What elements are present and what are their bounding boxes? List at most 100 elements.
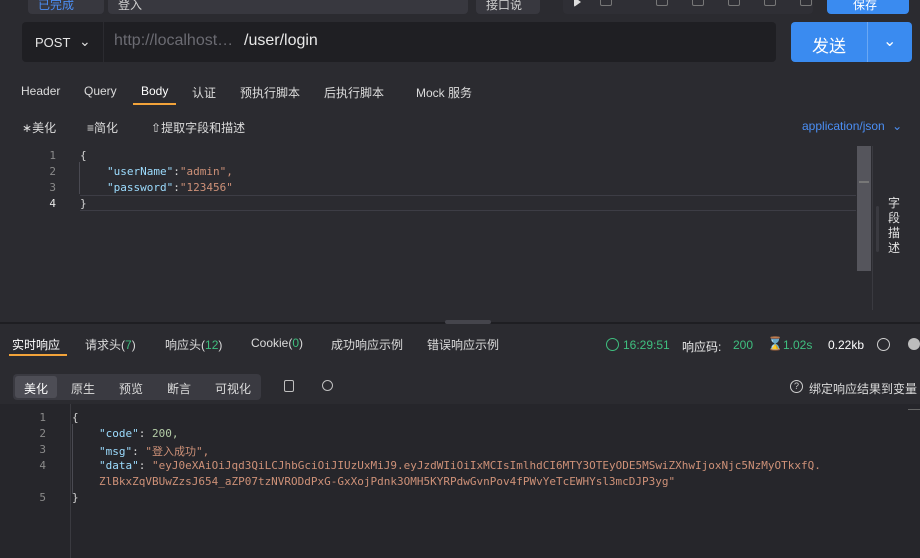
run-icon[interactable] <box>574 0 581 7</box>
line-number: 5 <box>39 491 46 504</box>
api-doc-label: 接口说明 <box>486 0 523 12</box>
save-label: 保存 <box>853 0 878 12</box>
view-beautify[interactable]: 美化 <box>24 380 48 397</box>
tab-mock[interactable]: Mock 服务 <box>416 84 472 101</box>
chevron-down-icon[interactable]: ⌄ <box>883 31 896 51</box>
field-description-label[interactable]: 字段描述 <box>886 196 902 256</box>
indent-guide <box>72 424 73 494</box>
count-badge: 12 <box>205 338 219 352</box>
code-line: } <box>80 197 87 210</box>
active-tab-indicator <box>133 103 176 105</box>
export-icon[interactable] <box>764 0 776 6</box>
code-line: { <box>72 411 79 424</box>
line-number: 1 <box>39 411 46 424</box>
globe-icon[interactable] <box>877 338 890 351</box>
simplify-button[interactable]: ≡简化 <box>87 119 118 136</box>
bind-to-variable-button[interactable]: 绑定响应结果到变量 <box>809 380 917 397</box>
view-visualize[interactable]: 可视化 <box>215 380 251 397</box>
tab-request-headers[interactable]: 请求头(7) <box>85 336 136 353</box>
code-line-wrap: ZlBkxZqVBUwZzsJ654_aZP07tzNVRODdPxG-GxXo… <box>99 475 676 488</box>
tab-realtime-response[interactable]: 实时响应 <box>12 336 60 353</box>
current-line-highlight <box>80 195 856 211</box>
scrollbar-track <box>908 409 920 410</box>
send-divider <box>867 22 868 62</box>
json-key: "data" <box>99 459 139 472</box>
line-number: 4 <box>39 459 46 472</box>
api-name-input[interactable]: 登入 <box>108 0 468 14</box>
tab-label: Cookie <box>251 336 289 350</box>
copy-request-icon[interactable] <box>600 0 612 6</box>
content-type-select[interactable]: application/json ⌄ <box>802 119 902 133</box>
tab-label: 响应头 <box>165 338 202 352</box>
count-badge: 0 <box>292 336 300 350</box>
panel-resize-handle[interactable] <box>876 206 879 252</box>
status-select[interactable]: 已完成 <box>28 0 104 14</box>
json-key: "msg" <box>99 445 133 458</box>
line-number: 2 <box>49 165 56 178</box>
search-icon[interactable] <box>322 380 333 391</box>
delete-icon[interactable] <box>800 0 812 6</box>
code-line: "data": "eyJ0eXAiOiJqd3QiLCJhbGciOiJIUzU… <box>99 459 821 472</box>
tab-post-script[interactable]: 后执行脚本 <box>324 84 384 101</box>
url-path-input[interactable]: /user/login <box>244 32 318 50</box>
wand-icon: ∗ <box>22 121 33 135</box>
method-select[interactable]: POST ⌄ <box>22 22 104 62</box>
json-value: "登入成功", <box>145 445 210 458</box>
code-line: "userName":"admin", <box>107 165 233 178</box>
history-icon[interactable] <box>728 0 740 6</box>
help-icon[interactable]: ? <box>790 380 803 393</box>
status-code: 200 <box>733 338 754 352</box>
tab-pre-script[interactable]: 预执行脚本 <box>240 84 300 101</box>
json-value: "admin", <box>179 165 233 178</box>
chevron-down-icon: ⌄ <box>892 119 903 133</box>
beautify-button[interactable]: ∗美化 <box>22 119 56 136</box>
code-line: "msg": "登入成功", <box>99 445 210 458</box>
scrollbar-thumb[interactable] <box>859 181 869 183</box>
editor-scrollbar[interactable] <box>857 146 871 271</box>
duplicate-icon[interactable] <box>656 0 668 6</box>
view-assert[interactable]: 断言 <box>167 380 191 397</box>
line-number: 1 <box>49 149 56 162</box>
extract-label: 提取字段和描述 <box>161 121 246 135</box>
copy-icon[interactable] <box>284 380 294 392</box>
clock-icon <box>606 338 619 351</box>
method-value: POST <box>35 35 71 50</box>
line-number: 3 <box>39 443 46 456</box>
json-key: "code" <box>99 427 139 440</box>
response-size: 0.22kb <box>828 338 865 352</box>
send-button[interactable]: 发送 ⌄ <box>791 22 912 62</box>
status-code-label: 响应码: <box>682 340 722 354</box>
tab-cookie[interactable]: Cookie(0) <box>251 336 303 350</box>
tab-response-headers[interactable]: 响应头(12) <box>165 336 222 353</box>
api-name-value: 登入 <box>118 0 143 12</box>
view-raw[interactable]: 原生 <box>71 380 95 397</box>
share-icon[interactable] <box>692 0 704 6</box>
tab-query[interactable]: Query <box>84 84 117 98</box>
split-resize-handle[interactable] <box>445 320 491 324</box>
line-number: 4 <box>49 197 56 210</box>
extract-fields-button[interactable]: ⇧提取字段和描述 <box>151 119 245 136</box>
code-line: "code": 200, <box>99 427 179 440</box>
simplify-label: 简化 <box>94 121 119 135</box>
api-doc-button[interactable]: 接口说明 <box>476 0 540 14</box>
tab-header[interactable]: Header <box>21 84 60 98</box>
save-button[interactable]: 保存 <box>827 0 909 14</box>
url-host[interactable]: http://localhost… <box>114 32 233 50</box>
json-value: "eyJ0eXAiOiJqd3QiLCJhbGciOiJIUzUxMiJ9.ey… <box>152 459 821 472</box>
list-icon: ≡ <box>87 121 95 135</box>
chevron-down-icon: ⌄ <box>79 33 91 49</box>
json-value: "123456" <box>179 181 233 194</box>
tab-success-example[interactable]: 成功响应示例 <box>331 336 403 353</box>
code-line: "password":"123456" <box>107 181 233 194</box>
beautify-label: 美化 <box>32 121 57 135</box>
download-icon[interactable] <box>908 338 920 350</box>
tab-auth[interactable]: 认证 <box>192 84 216 101</box>
line-number: 2 <box>39 427 46 440</box>
view-preview[interactable]: 预览 <box>119 380 143 397</box>
tab-body[interactable]: Body <box>141 84 168 98</box>
code-line: { <box>80 149 87 162</box>
tab-error-example[interactable]: 错误响应示例 <box>427 336 499 353</box>
indent-guide <box>79 162 80 194</box>
status-label: 已完成 <box>38 0 75 12</box>
response-duration: 1.02s <box>783 338 813 352</box>
